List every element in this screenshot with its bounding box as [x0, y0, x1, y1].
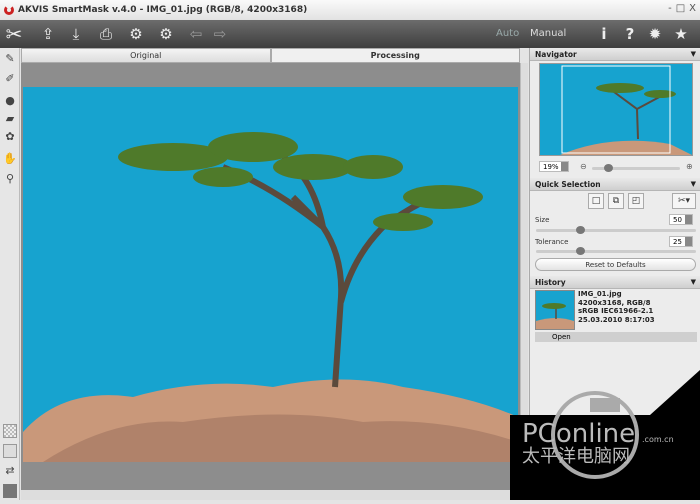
mode-auto-button[interactable]: Auto	[496, 28, 519, 39]
background-checker-icon[interactable]	[3, 424, 17, 438]
zoom-level-select[interactable]: 19%	[539, 161, 569, 172]
maximize-button[interactable]: □	[676, 3, 685, 14]
size-slider[interactable]	[536, 226, 696, 234]
navigator-preview[interactable]	[539, 63, 693, 156]
zoom-in-icon[interactable]: ⊕	[686, 162, 693, 171]
settings-icon[interactable]: ✹	[645, 24, 665, 44]
mode-manual-button[interactable]: Manual	[530, 28, 566, 39]
pconline-watermark: PConline .com.cn 太平洋电脑网	[500, 370, 700, 500]
window-title: AKVIS SmartMask v.4.0 - IMG_01.jpg (RGB/…	[18, 5, 308, 15]
tools-panel: ✎ ✐ ● ▰ ✿ ✋ ⚲ ⇄	[0, 48, 20, 500]
image-canvas[interactable]	[23, 87, 518, 462]
view-tabs: Original Processing	[21, 48, 520, 63]
quick-selection-header[interactable]: Quick Selection ▼	[530, 178, 700, 191]
tab-processing[interactable]: Processing	[270, 48, 520, 63]
scissors-logo-icon: ✂	[5, 22, 23, 46]
zoom-icon[interactable]: ⚲	[3, 172, 17, 186]
undo-arrow-icon[interactable]: ⇦	[186, 24, 206, 44]
watermark-chinese: 太平洋电脑网	[522, 446, 630, 467]
watermark-brand: PConline	[522, 419, 635, 449]
import-settings-icon[interactable]: ⚙	[126, 24, 146, 44]
color-swatch-icon[interactable]	[3, 484, 17, 498]
open-icon[interactable]: ⇪	[38, 24, 58, 44]
tree-photo	[23, 132, 518, 462]
close-button[interactable]: X	[689, 3, 696, 14]
new-selection-icon[interactable]: □	[588, 193, 604, 209]
drop-pencil-icon[interactable]: ✐	[3, 72, 17, 86]
save-icon[interactable]: ⤓	[66, 24, 86, 44]
horizontal-scrollbar[interactable]	[21, 490, 528, 500]
redo-arrow-icon[interactable]: ⇨	[210, 24, 230, 44]
watermark-domain: .com.cn	[642, 435, 674, 444]
eraser-icon[interactable]: ▰	[3, 112, 17, 126]
magic-brush-icon[interactable]: ✿	[3, 130, 17, 144]
size-slider-knob[interactable]	[576, 226, 585, 234]
help-icon[interactable]: ?	[620, 24, 640, 44]
navigator-header[interactable]: Navigator ▼	[530, 48, 700, 61]
history-item-open[interactable]: Open	[535, 332, 697, 342]
history-thumbnail[interactable]	[535, 290, 575, 330]
add-selection-icon[interactable]: ⧉	[608, 193, 624, 209]
zoom-slider[interactable]	[592, 164, 680, 172]
keep-pencil-icon[interactable]: ✎	[3, 52, 17, 66]
tolerance-label: Tolerance	[535, 238, 569, 246]
minimize-button[interactable]: -	[668, 3, 672, 14]
background-color-icon[interactable]	[3, 444, 17, 458]
history-dimensions: 4200x3168, RGB/8	[578, 298, 651, 307]
bucket-icon[interactable]: ●	[3, 94, 17, 108]
history-filename: IMG_01.jpg	[578, 290, 622, 298]
history-colorspace: sRGB IEC61966-2.1	[578, 307, 654, 315]
history-title: History	[535, 278, 566, 287]
swap-icon[interactable]: ⇄	[3, 464, 17, 478]
history-header[interactable]: History ▼	[530, 276, 700, 289]
collapse-arrow-icon[interactable]: ▼	[691, 276, 696, 289]
print-icon[interactable]: ⎙	[96, 24, 116, 44]
history-info: IMG_01.jpg 4200x3168, RGB/8 sRGB IEC6196…	[578, 290, 655, 324]
hand-icon[interactable]: ✋	[3, 152, 17, 166]
size-input[interactable]: 50	[669, 214, 693, 225]
window-controls: - □ X	[668, 3, 696, 14]
tolerance-input[interactable]: 25	[669, 236, 693, 247]
zoom-out-icon[interactable]: ⊖	[580, 162, 587, 171]
title-bar: AKVIS SmartMask v.4.0 - IMG_01.jpg (RGB/…	[0, 0, 700, 20]
subtract-selection-icon[interactable]: ◰	[628, 193, 644, 209]
star-icon[interactable]: ★	[671, 24, 691, 44]
history-date: 25.03.2010 8:17:03	[578, 315, 655, 324]
size-label: Size	[535, 216, 550, 224]
toolbar: ✂ ⇪ ⤓ ⎙ ⚙ ⚙ ⇦ ⇨ Auto Manual i ? ✹ ★	[0, 20, 700, 48]
export-settings-icon[interactable]: ⚙	[156, 24, 176, 44]
app-logo-icon	[4, 5, 14, 15]
info-icon[interactable]: i	[594, 24, 614, 44]
cut-tool-dropdown-icon[interactable]: ✂▾	[672, 193, 696, 209]
collapse-arrow-icon[interactable]: ▼	[691, 178, 696, 191]
tolerance-slider[interactable]	[536, 247, 696, 255]
tolerance-slider-knob[interactable]	[576, 247, 585, 255]
tab-original[interactable]: Original	[21, 48, 271, 63]
reset-defaults-button[interactable]: Reset to Defaults	[535, 258, 696, 271]
zoom-slider-knob[interactable]	[604, 164, 613, 172]
quick-selection-title: Quick Selection	[535, 180, 601, 189]
navigator-title: Navigator	[535, 50, 577, 59]
collapse-arrow-icon[interactable]: ▼	[691, 48, 696, 61]
